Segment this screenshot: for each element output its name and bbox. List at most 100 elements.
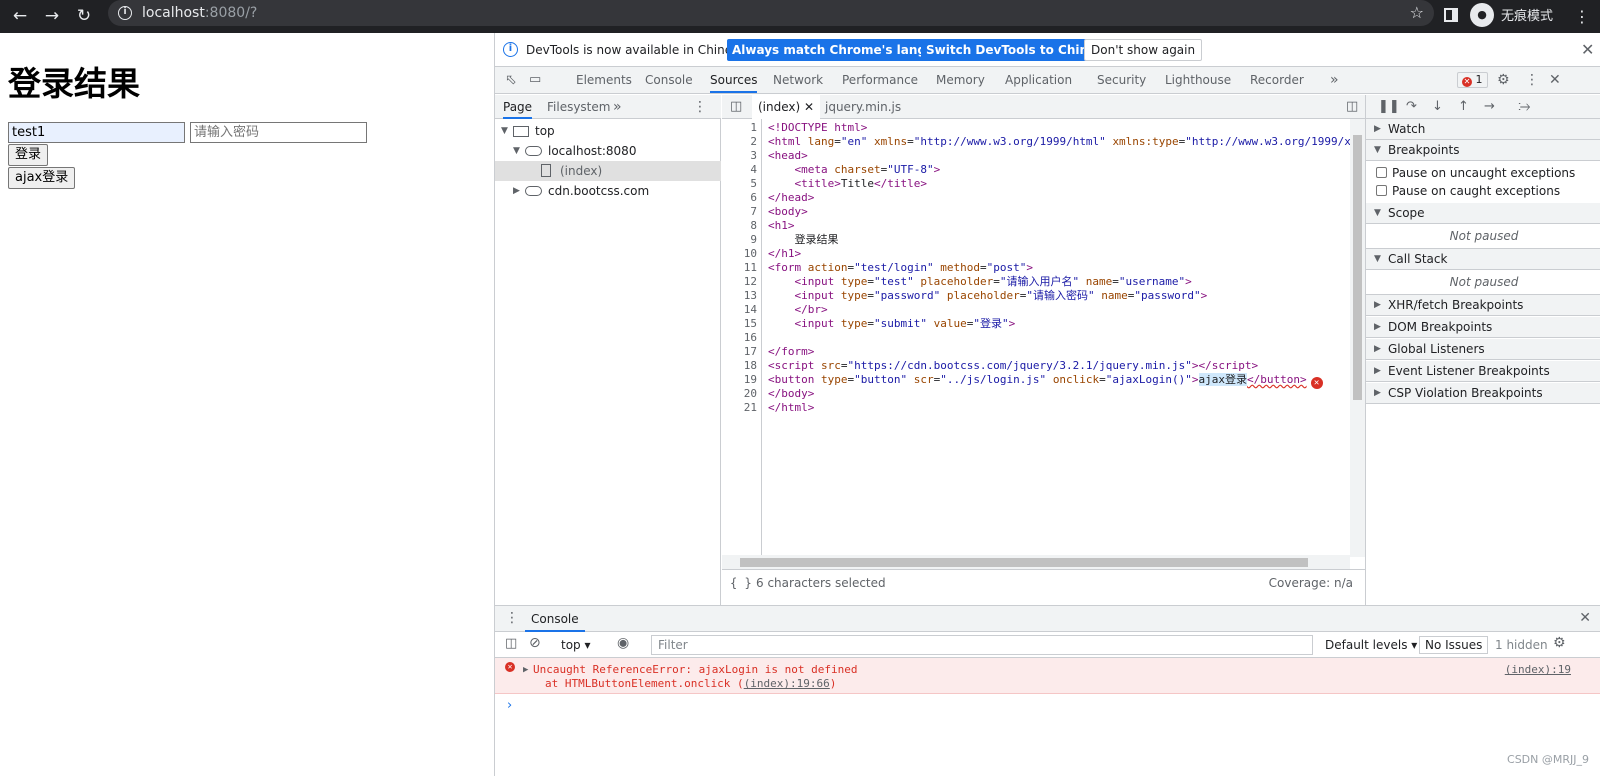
navigator-menu-icon[interactable]: ⋮ bbox=[693, 95, 707, 119]
line-number[interactable]: 10 bbox=[744, 247, 757, 261]
close-devtools-icon[interactable]: ✕ bbox=[1549, 67, 1561, 93]
error-source-link[interactable]: (index):19 bbox=[1505, 663, 1571, 677]
line-number[interactable]: 5 bbox=[750, 177, 757, 191]
username-input[interactable] bbox=[8, 122, 185, 143]
device-toolbar-icon[interactable]: ▭ bbox=[529, 67, 541, 93]
editor-horizontal-scrollbar[interactable] bbox=[722, 555, 1350, 569]
bookmark-star-icon[interactable]: ☆ bbox=[1410, 0, 1424, 26]
tab-security[interactable]: Security bbox=[1097, 67, 1146, 93]
tab-memory[interactable]: Memory bbox=[936, 67, 985, 93]
line-number[interactable]: 17 bbox=[744, 345, 757, 359]
console-prompt-icon[interactable]: › bbox=[507, 698, 512, 713]
side-panel-icon[interactable] bbox=[1444, 8, 1458, 22]
devtools-menu-icon[interactable]: ⋮ bbox=[1525, 67, 1539, 93]
section-global-listeners[interactable]: ▶ Global Listeners bbox=[1366, 339, 1600, 360]
tab-performance[interactable]: Performance bbox=[842, 67, 918, 93]
inspect-element-icon[interactable]: ⬁ bbox=[505, 67, 517, 93]
context-select[interactable]: top ▾ bbox=[561, 632, 591, 658]
pretty-print-icon[interactable]: { } bbox=[730, 570, 752, 596]
line-number[interactable]: 19 bbox=[744, 373, 757, 387]
error-marker-icon[interactable]: ✕ bbox=[1310, 377, 1323, 389]
console-error-message[interactable]: ✕ ▶ Uncaught ReferenceError: ajaxLogin i… bbox=[495, 658, 1600, 694]
console-filter-input[interactable]: Filter bbox=[651, 635, 1313, 655]
section-dom-breakpoints[interactable]: ▶ DOM Breakpoints bbox=[1366, 317, 1600, 338]
reload-icon[interactable]: ↻ bbox=[72, 4, 96, 28]
section-call-stack[interactable]: ▼ Call Stack bbox=[1366, 249, 1600, 270]
step-icon[interactable]: → bbox=[1484, 99, 1495, 114]
line-number[interactable]: 9 bbox=[750, 233, 757, 247]
section-scope[interactable]: ▼ Scope bbox=[1366, 203, 1600, 224]
line-number[interactable]: 15 bbox=[744, 317, 757, 331]
editor-tab-jquery[interactable]: jquery.min.js bbox=[825, 95, 901, 119]
ajax-login-button[interactable]: ajax登录 bbox=[8, 167, 76, 189]
stack-source-link[interactable]: (index):19:66 bbox=[744, 677, 830, 690]
line-number[interactable]: 2 bbox=[750, 135, 757, 149]
console-sidebar-icon[interactable]: ◫ bbox=[505, 636, 517, 651]
drawer-tab-console[interactable]: Console bbox=[525, 606, 585, 632]
settings-gear-icon[interactable]: ⚙ bbox=[1497, 67, 1510, 93]
more-tabs-icon[interactable]: » bbox=[1330, 67, 1339, 93]
step-out-icon[interactable]: ↑ bbox=[1458, 99, 1469, 114]
line-number[interactable]: 1 bbox=[750, 121, 757, 135]
tab-lighthouse[interactable]: Lighthouse bbox=[1165, 67, 1231, 93]
line-number[interactable]: 7 bbox=[750, 205, 757, 219]
site-info-icon[interactable]: i bbox=[118, 6, 132, 20]
deactivate-breakpoints-icon[interactable]: ⧴ bbox=[1518, 99, 1530, 114]
more-navtabs-icon[interactable]: » bbox=[613, 95, 622, 119]
pause-icon[interactable]: ❚❚ bbox=[1378, 99, 1400, 114]
line-number[interactable]: 11 bbox=[744, 261, 757, 275]
tab-network[interactable]: Network bbox=[773, 67, 823, 93]
clear-console-icon[interactable]: ⊘ bbox=[529, 635, 541, 651]
line-number[interactable]: 3 bbox=[750, 149, 757, 163]
browser-menu-icon[interactable]: ⋮ bbox=[1574, 0, 1590, 33]
section-xhr-breakpoints[interactable]: ▶ XHR/fetch Breakpoints bbox=[1366, 295, 1600, 316]
section-csp-breakpoints[interactable]: ▶ CSP Violation Breakpoints bbox=[1366, 383, 1600, 404]
dont-show-again-button[interactable]: Don't show again bbox=[1084, 39, 1203, 61]
line-number[interactable]: 8 bbox=[750, 219, 757, 233]
section-event-listener-breakpoints[interactable]: ▶ Event Listener Breakpoints bbox=[1366, 361, 1600, 382]
tree-item-top[interactable]: ▼ top bbox=[495, 121, 721, 141]
close-drawer-icon[interactable]: ✕ bbox=[1579, 610, 1591, 626]
expand-arrow-icon[interactable]: ▶ bbox=[523, 663, 528, 677]
tree-item-localhost[interactable]: ▼ localhost:8080 bbox=[495, 141, 721, 161]
line-number[interactable]: 20 bbox=[744, 387, 757, 401]
tab-application[interactable]: Application bbox=[1005, 67, 1072, 93]
editor-vertical-scrollbar[interactable] bbox=[1350, 119, 1365, 557]
login-button[interactable]: 登录 bbox=[8, 144, 49, 166]
toggle-debugger-icon[interactable]: ◫ bbox=[1346, 95, 1358, 119]
line-number[interactable]: 14 bbox=[744, 303, 757, 317]
close-infobar-icon[interactable]: ✕ bbox=[1581, 42, 1594, 58]
tree-item-index[interactable]: (index) bbox=[495, 161, 721, 181]
toggle-navigator-icon[interactable]: ◫ bbox=[730, 95, 742, 119]
pause-uncaught-checkbox[interactable]: Pause on uncaught exceptions bbox=[1376, 164, 1575, 182]
console-settings-gear-icon[interactable]: ⚙ bbox=[1553, 635, 1566, 651]
step-into-icon[interactable]: ↓ bbox=[1432, 99, 1443, 114]
close-tab-icon[interactable]: ✕ bbox=[804, 100, 814, 114]
tab-console[interactable]: Console bbox=[645, 67, 693, 93]
tree-item-cdn[interactable]: ▶ cdn.bootcss.com bbox=[495, 181, 721, 201]
line-number[interactable]: 6 bbox=[750, 191, 757, 205]
line-number[interactable]: 13 bbox=[744, 289, 757, 303]
line-number[interactable]: 12 bbox=[744, 275, 757, 289]
tab-elements[interactable]: Elements bbox=[576, 67, 632, 93]
incognito-icon[interactable]: ● bbox=[1470, 3, 1494, 27]
pause-caught-checkbox[interactable]: Pause on caught exceptions bbox=[1376, 182, 1560, 200]
section-breakpoints[interactable]: ▼ Breakpoints bbox=[1366, 140, 1600, 161]
live-expression-eye-icon[interactable]: ◉ bbox=[617, 635, 629, 651]
step-over-icon[interactable]: ↷ bbox=[1406, 99, 1417, 114]
line-number[interactable]: 21 bbox=[744, 401, 757, 415]
address-bar[interactable]: i localhost:8080/? ☆ bbox=[108, 0, 1434, 26]
back-icon[interactable]: ← bbox=[8, 4, 32, 28]
navtab-page[interactable]: Page bbox=[503, 95, 533, 119]
password-input[interactable] bbox=[190, 122, 367, 143]
issues-button[interactable]: No Issues bbox=[1419, 636, 1489, 654]
line-number[interactable]: 18 bbox=[744, 359, 757, 373]
log-levels-select[interactable]: Default levels ▾ bbox=[1325, 632, 1417, 658]
editor-tab-index[interactable]: (index) ✕ bbox=[752, 95, 821, 119]
error-count-badge[interactable]: ✕ 1 bbox=[1457, 72, 1488, 88]
tab-recorder[interactable]: Recorder bbox=[1250, 67, 1304, 93]
drawer-menu-icon[interactable]: ⋮ bbox=[505, 610, 519, 626]
line-number[interactable]: 4 bbox=[750, 163, 757, 177]
tab-sources[interactable]: Sources bbox=[710, 67, 758, 93]
navtab-filesystem[interactable]: Filesystem bbox=[547, 95, 610, 119]
